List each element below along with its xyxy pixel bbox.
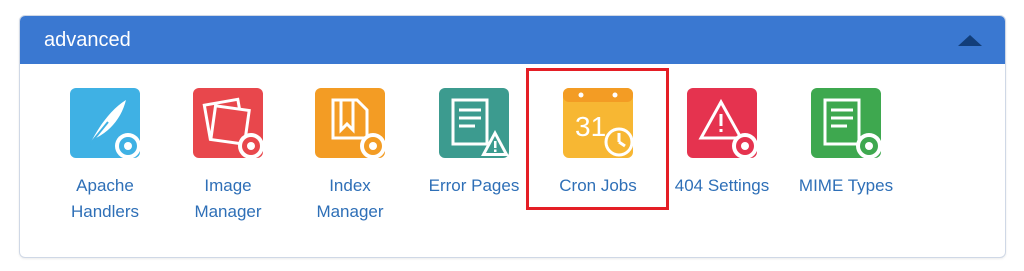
panel-title: advanced	[44, 29, 131, 51]
tool-label: Apache Handlers	[70, 176, 140, 221]
panel-header[interactable]: advanced	[20, 16, 1005, 64]
404-settings-link[interactable]: 404 Settings	[662, 86, 782, 199]
tool-label: MIME Types	[798, 176, 894, 195]
photos-gear-icon	[191, 86, 265, 160]
tool-label: Image Manager	[194, 176, 262, 221]
bookmark-gear-icon	[313, 86, 387, 160]
document-warning-icon	[437, 86, 511, 160]
image-manager-link[interactable]: Image Manager	[168, 86, 288, 225]
calendar-clock-icon: 31	[561, 86, 635, 160]
tool-label: 404 Settings	[674, 176, 770, 195]
advanced-panel: advanced Apache Handlers Image Manager I…	[19, 15, 1006, 258]
feather-gear-icon	[68, 86, 142, 160]
document-gear-icon	[809, 86, 883, 160]
svg-text:31: 31	[575, 111, 606, 142]
apache-handlers-link[interactable]: Apache Handlers	[45, 86, 165, 225]
mime-types-link[interactable]: MIME Types	[786, 86, 906, 199]
tool-label: Cron Jobs	[559, 176, 637, 195]
warning-gear-icon	[685, 86, 759, 160]
index-manager-link[interactable]: Index Manager	[290, 86, 410, 225]
cron-jobs-link[interactable]: 31 Cron Jobs	[538, 86, 658, 199]
error-pages-link[interactable]: Error Pages	[414, 86, 534, 199]
tool-label: Error Pages	[428, 176, 520, 195]
caret-up-icon[interactable]	[955, 28, 985, 52]
tool-label: Index Manager	[316, 176, 384, 221]
